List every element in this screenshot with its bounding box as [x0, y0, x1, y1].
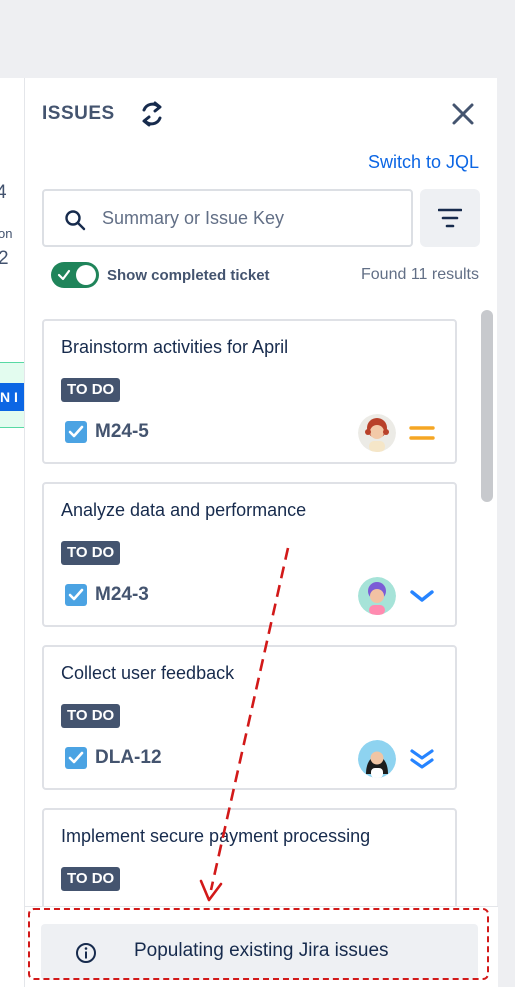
show-completed-toggle[interactable]: [51, 262, 99, 288]
search-input[interactable]: [102, 203, 402, 233]
issue-summary: Implement secure payment processing: [61, 826, 371, 846]
status-bar: Populating existing Jira issues: [25, 906, 498, 987]
task-type-icon: [65, 421, 87, 443]
priority-low-icon: [410, 590, 434, 602]
bg-chip: N I: [0, 383, 24, 411]
filter-button[interactable]: [420, 189, 480, 247]
issue-key[interactable]: M24-3: [95, 584, 149, 606]
avatar: [358, 577, 396, 615]
bg-fragment-text: on: [0, 226, 13, 241]
priority-medium-icon: [409, 426, 435, 440]
issue-summary: Collect user feedback: [61, 663, 235, 683]
search-box[interactable]: [42, 189, 413, 247]
background-app: 4 on 2 N I: [0, 78, 24, 987]
issue-summary: Analyze data and performance: [61, 500, 307, 520]
issue-card[interactable]: Collect user feedback TO DO DLA-12: [42, 645, 457, 790]
info-icon: [76, 943, 96, 963]
status-badge: TO DO: [61, 541, 121, 565]
filter-icon: [438, 208, 462, 228]
issue-card[interactable]: Analyze data and performance TO DO M24-3: [42, 482, 457, 627]
bg-fragment-text: 4: [0, 182, 7, 203]
issues-panel: ISSUES Switch to JQL Show completed tick…: [24, 78, 498, 987]
bg-fragment-text: 2: [0, 248, 9, 269]
status-badge: TO DO: [61, 867, 121, 891]
avatar: [358, 414, 396, 452]
panel-title: ISSUES: [42, 103, 115, 124]
issue-list: Brainstorm activities for April TO DO M2…: [25, 310, 498, 906]
switch-to-jql-link[interactable]: Switch to JQL: [368, 152, 479, 173]
status-badge: TO DO: [61, 378, 121, 402]
close-icon[interactable]: [447, 98, 479, 130]
status-badge: TO DO: [61, 704, 121, 728]
issue-key[interactable]: DLA-12: [95, 747, 162, 769]
toggle-knob: [76, 265, 96, 285]
toggle-label: Show completed ticket: [107, 267, 270, 284]
issue-card[interactable]: Implement secure payment processing TO D…: [42, 808, 457, 906]
scrollbar-thumb[interactable]: [481, 310, 493, 502]
issue-key[interactable]: M24-5: [95, 421, 149, 443]
search-icon: [65, 210, 86, 231]
bg-green-row: N I: [0, 362, 24, 428]
avatar: [358, 740, 396, 778]
results-count: Found 11 results: [361, 266, 479, 283]
issue-summary: Brainstorm activities for April: [61, 337, 289, 357]
refresh-icon[interactable]: [136, 98, 168, 130]
info-banner: Populating existing Jira issues: [41, 924, 478, 980]
priority-lowest-icon: [410, 749, 434, 769]
check-icon: [57, 269, 71, 281]
task-type-icon: [65, 584, 87, 606]
task-type-icon: [65, 747, 87, 769]
issue-card[interactable]: Brainstorm activities for April TO DO M2…: [42, 319, 457, 464]
banner-text: Populating existing Jira issues: [134, 940, 389, 961]
